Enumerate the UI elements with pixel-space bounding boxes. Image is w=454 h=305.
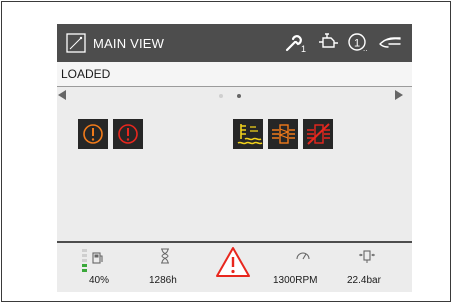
fuel-pump-icon (92, 252, 103, 264)
engine-warning-icon (78, 119, 108, 149)
fuel-bar (82, 269, 87, 272)
header-bar: MAIN VIEW 1 1 .. (57, 24, 412, 62)
warning-triangle-icon[interactable] (215, 245, 251, 279)
hourglass-icon (161, 248, 169, 264)
fuel-bar (82, 254, 87, 257)
machine-status: LOADED (61, 67, 111, 81)
svg-text:1: 1 (354, 38, 360, 50)
page-dot-1[interactable] (219, 94, 223, 98)
pressure-icon (359, 250, 375, 263)
prev-page-arrow[interactable] (58, 90, 66, 100)
pressure-value: 22.4bar (347, 275, 381, 286)
engine-hours-value: 1286h (149, 275, 177, 286)
next-page-arrow[interactable] (395, 90, 403, 100)
page-dot-2-active[interactable] (237, 94, 241, 98)
gauge-footer: 40% 1286h 1300RPM 22.4bar (57, 241, 412, 292)
engine-icon[interactable] (317, 30, 341, 54)
engine-rpm-value: 1300RPM (273, 275, 318, 286)
fuel-bar (82, 264, 87, 267)
fuel-gauge: 40% (81, 243, 121, 293)
menu-view-icon[interactable] (66, 33, 86, 53)
pressure-gauge: 22.4bar (342, 243, 392, 293)
coolant-level-icon (233, 119, 263, 149)
page-navigator (57, 87, 412, 103)
hand-icon[interactable] (377, 30, 405, 54)
air-filter-crossed-icon (303, 119, 333, 149)
speedometer-icon (296, 252, 310, 260)
display-screen: MAIN VIEW 1 1 .. LOADED 40% 1286h 1300RP… (57, 24, 412, 292)
fuel-level-value: 40% (89, 275, 110, 286)
status-row: LOADED (57, 62, 412, 87)
fuel-bar (82, 259, 87, 262)
air-filter-icon (268, 119, 298, 149)
page-title: MAIN VIEW (93, 36, 165, 51)
alert-indicator[interactable] (215, 243, 251, 283)
fuel-level-bars (82, 249, 87, 274)
info-suffix: .. (363, 44, 368, 53)
rpm-gauge: 1300RPM (273, 243, 333, 293)
engine-stop-icon (113, 119, 143, 149)
fuel-bar (82, 249, 87, 252)
service-count: 1 (301, 44, 307, 54)
hours-gauge: 1286h (147, 243, 187, 293)
